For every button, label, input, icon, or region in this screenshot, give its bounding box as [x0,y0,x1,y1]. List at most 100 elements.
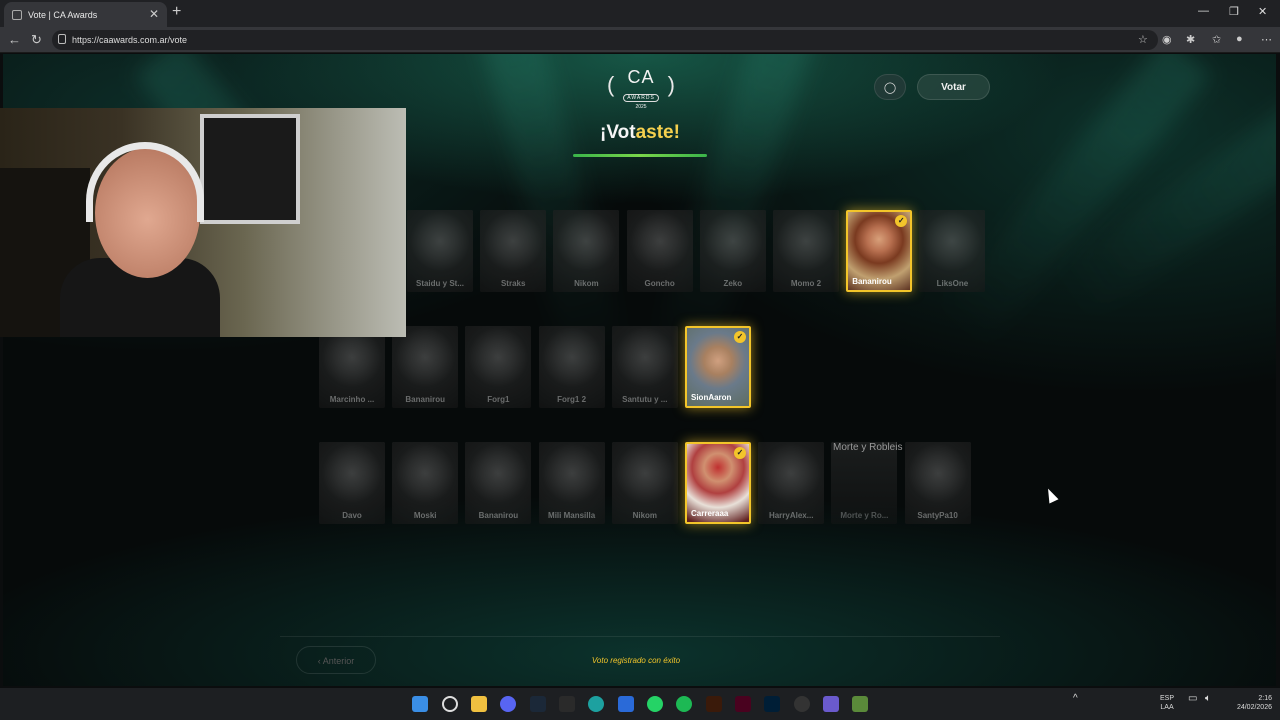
new-tab-icon[interactable]: + [172,3,181,21]
extensions-puzzle-icon[interactable]: ✱ [1186,33,1195,46]
webcam-overlay [0,108,406,337]
nominee-card[interactable]: Goncho [626,210,693,292]
headphones-icon [86,142,204,222]
more-menu-icon[interactable]: ⋯ [1261,33,1272,46]
user-button[interactable]: ◯ [874,74,906,100]
nominee-card[interactable]: Mili Mansilla [538,442,605,524]
close-window-icon[interactable]: ✕ [1258,5,1267,18]
spotify-icon[interactable] [676,696,692,712]
browser-tabbar: Vote | CA Awards ✕ + — ❐ ✕ [0,0,1280,27]
logo-year-text: 2025 [635,104,647,110]
nominee-card[interactable]: Santutu y ... [611,326,678,408]
clock[interactable]: 2:16 24/02/2026 [1224,694,1272,712]
network-icon[interactable]: ▭ [1188,694,1197,704]
nominee-card[interactable]: HarryAlex... [758,442,825,524]
nominee-card[interactable]: SionAaron ✓ [685,326,751,408]
illustrator-icon[interactable] [706,696,722,712]
nominee-name: Zeko [723,279,743,288]
nominee-card[interactable]: Straks [480,210,547,292]
reload-icon[interactable]: ↻ [31,32,42,48]
epic-games-icon[interactable] [559,696,575,712]
nominee-card[interactable]: Bananirou ✓ [846,210,913,292]
edge-icon[interactable] [588,696,604,712]
nominee-name: Morte y Ro... [840,511,889,520]
footer-divider [280,636,1000,637]
app-icon-2[interactable] [823,696,839,712]
nominee-name: Moski [413,511,437,520]
vote-success-message: Voto registrado con éxito [591,656,681,665]
page-title: ¡Votaste! [563,122,717,144]
logo-ca-text: CA [627,67,655,87]
address-bar-row: ← ↻ https://caawards.com.ar/vote ☆ ◉ ✱ ✩… [0,27,1280,53]
volume-icon[interactable]: 🔈︎ [1205,694,1211,704]
steam-icon[interactable] [530,696,546,712]
nominee-card[interactable]: Forg1 [465,326,532,408]
nominee-card[interactable]: SantyPa10 [904,442,971,524]
url-text: https://caawards.com.ar/vote [72,35,188,45]
nominee-card[interactable]: LiksOne [919,210,986,292]
minimize-icon[interactable]: — [1198,5,1209,17]
profile-avatar-icon[interactable]: ● [1236,33,1243,45]
ca-awards-logo[interactable]: ( ) CA AWARDS 2025 [607,67,675,110]
nominee-card[interactable]: Bananirou [392,326,459,408]
selected-check-icon: ✓ [734,447,746,459]
url-field[interactable]: https://caawards.com.ar/vote [52,30,1158,50]
nominee-card[interactable]: Bananirou [465,442,532,524]
windows-taskbar: ^ ESP LAA ▭ 🔈︎ 2:16 24/02/2026 [0,688,1280,720]
tray-chevron-icon[interactable]: ^ [1073,694,1078,704]
broken-image-alt: Morte y Robleis [833,442,903,453]
tab-title: Vote | CA Awards [28,9,98,20]
nominee-card[interactable]: Nikom [611,442,678,524]
nominee-name: Marcinho ... [329,395,375,404]
nominee-name: Santutu y ... [622,395,668,404]
obs-icon[interactable] [794,696,810,712]
app-icon-3[interactable] [852,696,868,712]
nominee-name: Staidu y St... [415,279,464,288]
browser-tab[interactable]: Vote | CA Awards ✕ [4,2,167,27]
indesign-icon[interactable] [735,696,751,712]
nominee-card[interactable]: Zeko [699,210,766,292]
user-icon: ◯ [883,82,897,94]
language-indicator[interactable]: ESP LAA [1160,694,1174,712]
nominee-name: Forg1 2 [557,395,587,404]
site-info-icon[interactable] [58,34,66,44]
favorite-star-icon[interactable]: ☆ [1138,33,1148,46]
laurel-left-icon: ( [607,72,615,97]
nominee-card[interactable]: Morte y Ro... [831,442,898,524]
whatsapp-icon[interactable] [647,696,663,712]
nominee-card[interactable]: Momo 2 [773,210,839,292]
restore-icon[interactable]: ❐ [1229,5,1239,18]
nominee-card[interactable]: Nikom [553,210,620,292]
favicon-icon [12,9,22,20]
nominee-card[interactable]: Marcinho ... [319,326,385,408]
nominee-name: Carreraaa [691,509,729,518]
nominee-name: Straks [500,279,526,288]
photoshop-icon[interactable] [764,696,780,712]
layout-text: LAA [1160,704,1174,711]
nominee-name: Bananirou [478,511,519,520]
nominee-name: Nikom [632,511,658,520]
nominee-name: Bananirou [852,277,892,286]
extension-icon[interactable]: ◉ [1162,33,1172,46]
nominee-card[interactable]: Carreraaa ✓ [685,442,751,524]
nominee-name: HarryAlex... [768,511,814,520]
search-icon[interactable] [442,696,458,712]
nominee-name: Nikom [574,279,599,288]
nominee-card[interactable]: Davo [319,442,385,524]
discord-icon[interactable] [500,696,516,712]
vote-nav-button[interactable]: Votar [917,74,990,100]
previous-label: Anterior [322,656,355,666]
nominee-card[interactable]: Forg1 2 [538,326,605,408]
close-tab-icon[interactable]: ✕ [149,7,159,21]
start-icon[interactable] [412,696,428,712]
nominee-name: SantyPa10 [917,511,958,520]
time-text: 2:16 [1258,695,1272,702]
nominee-card[interactable]: Staidu y St... [407,210,473,292]
title-prefix: ¡Vot [600,122,636,143]
file-explorer-icon[interactable] [471,696,487,712]
nominee-card[interactable]: Moski [392,442,459,524]
previous-button[interactable]: ‹ Anterior [296,646,376,674]
app-icon[interactable] [618,696,634,712]
back-icon[interactable]: ← [8,32,21,47]
favorites-icon[interactable]: ✩ [1212,33,1221,46]
